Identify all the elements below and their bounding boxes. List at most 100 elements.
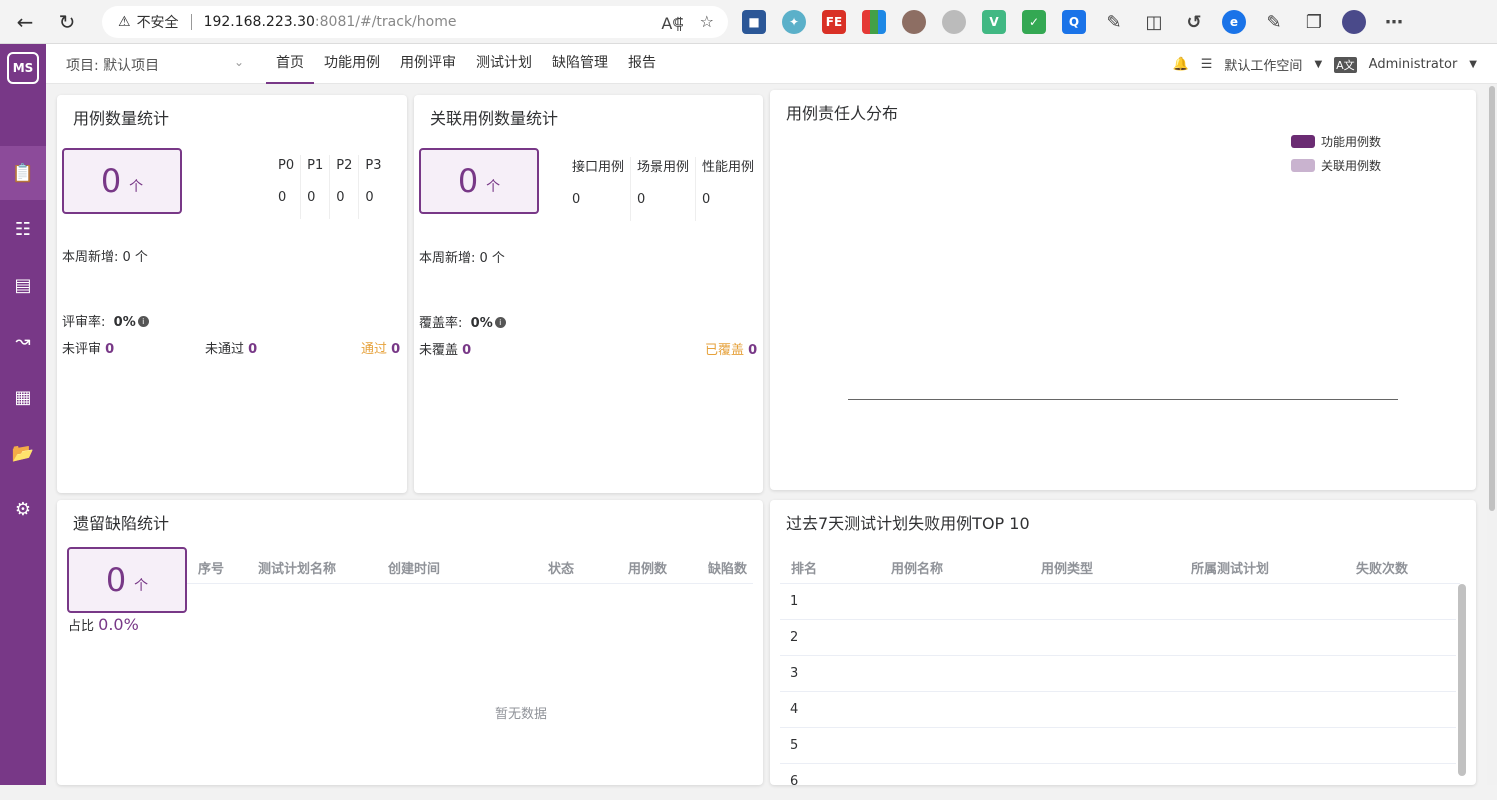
type-performance: 性能用例 0 xyxy=(695,157,760,221)
url-path: :8081/#/track/home xyxy=(314,14,457,30)
project-selector[interactable]: 项目: 默认项目 xyxy=(66,55,159,75)
legend-swatch xyxy=(1291,135,1315,148)
weekly-new: 本周新增: 0 个 xyxy=(62,250,148,265)
search-extension-icon[interactable]: Q xyxy=(1062,10,1086,34)
related-case-card: 关联用例数量统计 0 个 接口用例 0 场景用例 0 性能用例 0 本周新增: 0 个… xyxy=(414,95,763,493)
unreviewed: 未评审 0 xyxy=(62,342,115,357)
collections-icon[interactable]: ❐ xyxy=(1302,10,1326,34)
defect-table-header: 序号 测试计划名称 创建时间 状态 用例数 缺陷数 xyxy=(187,556,753,584)
project-settings-icon[interactable]: 📂 xyxy=(0,426,46,480)
workspace-selector[interactable]: 默认工作空间 xyxy=(1224,55,1302,74)
insecure-label: 不安全 xyxy=(136,15,179,31)
info-icon[interactable]: i xyxy=(494,317,506,328)
empty-state: 暂无数据 xyxy=(495,707,548,722)
table-row[interactable]: 4 xyxy=(780,692,1456,728)
shield-extension-icon[interactable]: ✓ xyxy=(1022,10,1046,34)
weekly-new: 本周新增: 0 个 xyxy=(419,251,505,266)
back-icon[interactable]: ← xyxy=(8,5,42,39)
refresh-icon[interactable]: ↻ xyxy=(50,5,84,39)
menu-functional-cases[interactable]: 功能用例 xyxy=(314,44,390,84)
favorite-add-icon[interactable]: ☆ xyxy=(700,12,714,34)
table-row[interactable]: 1 xyxy=(780,584,1456,620)
performance-icon[interactable]: ↝ xyxy=(0,314,46,368)
save-extension-icon[interactable]: ■ xyxy=(742,10,766,34)
history-icon[interactable]: ↺ xyxy=(1182,10,1206,34)
puzzle-icon[interactable]: ✎ xyxy=(1102,10,1126,34)
table-scrollbar[interactable] xyxy=(1458,584,1466,776)
page-scrollbar[interactable] xyxy=(1487,84,1497,785)
review-rate: 评审率: 0% i xyxy=(62,311,149,330)
uncovered: 未覆盖 0 xyxy=(419,343,472,358)
table-row[interactable]: 3 xyxy=(780,656,1456,692)
caret-down-icon[interactable]: ▼ xyxy=(1314,59,1322,70)
table-row[interactable]: 2 xyxy=(780,620,1456,656)
edge-icon[interactable]: e xyxy=(1222,10,1246,34)
menu-report[interactable]: 报告 xyxy=(618,44,666,84)
priority-grid: P0 0 P1 0 P2 0 P3 0 xyxy=(272,155,388,219)
fe-extension-icon[interactable]: FE xyxy=(822,10,846,34)
owner-distribution-card: 用例责任人分布 功能用例数 关联用例数 xyxy=(770,90,1476,490)
user-menu[interactable]: Administrator xyxy=(1369,57,1458,72)
related-count-value: 0 xyxy=(457,162,479,200)
api-icon[interactable]: ☷ xyxy=(0,202,46,256)
system-settings-icon[interactable]: ⚙ xyxy=(0,482,46,536)
case-count-box: 0 个 xyxy=(62,148,182,214)
ui-test-icon[interactable]: ▤ xyxy=(0,258,46,312)
edit-icon[interactable]: ✎ xyxy=(1262,10,1286,34)
card-title: 遗留缺陷统计 xyxy=(73,514,170,533)
color-extension-icon[interactable] xyxy=(862,10,886,34)
globe-extension-icon[interactable]: ✦ xyxy=(782,10,806,34)
type-scenario: 场景用例 0 xyxy=(630,157,695,221)
menu-test-plan[interactable]: 测试计划 xyxy=(466,44,542,84)
legend-related[interactable]: 关联用例数 xyxy=(1291,157,1381,174)
priority-p3: P3 0 xyxy=(358,155,387,219)
more-icon[interactable]: ⋯ xyxy=(1382,10,1406,34)
legend-swatch xyxy=(1291,159,1315,172)
read-aloud-icon[interactable]: A⸿ xyxy=(661,12,683,34)
table-row[interactable]: 5 xyxy=(780,728,1456,764)
task-list-icon[interactable]: ☰ xyxy=(1201,57,1213,72)
user-caret-icon[interactable]: ▼ xyxy=(1469,59,1477,70)
info-icon[interactable]: i xyxy=(137,316,149,327)
split-screen-icon[interactable]: ◫ xyxy=(1142,10,1166,34)
page-scroll-thumb[interactable] xyxy=(1489,86,1495,511)
metersphere-logo[interactable]: MS xyxy=(7,52,39,84)
browser-toolbar: ← ↻ ⚠ 不安全 192.168.223.30:8081/#/track/ho… xyxy=(0,0,1497,44)
top10-failed-card: 过去7天测试计划失败用例TOP 10 排名 用例名称 用例类型 所属测试计划 失… xyxy=(770,500,1476,789)
not-passed: 未通过 0 xyxy=(205,342,258,357)
menu-home[interactable]: 首页 xyxy=(266,44,314,84)
defect-ratio: 占比 0.0% xyxy=(68,615,139,634)
chevron-down-icon[interactable]: ⌄ xyxy=(234,55,244,69)
case-count-card: 用例数量统计 0 个 P0 0 P1 0 P2 0 P3 0 本周新增: 0 个 评审率… xyxy=(57,95,407,493)
report-icon[interactable]: ▦ xyxy=(0,370,46,424)
case-count-value: 0 xyxy=(100,162,122,200)
card-title: 过去7天测试计划失败用例TOP 10 xyxy=(786,514,1030,533)
url-separator xyxy=(190,14,192,30)
gray-extension-icon[interactable] xyxy=(942,10,966,34)
menu-defects[interactable]: 缺陷管理 xyxy=(542,44,618,84)
card-title: 用例责任人分布 xyxy=(786,104,899,123)
card-title: 用例数量统计 xyxy=(73,109,170,128)
language-icon[interactable]: A文 xyxy=(1334,56,1357,73)
track-icon[interactable]: 📋 xyxy=(0,146,46,200)
vue-devtools-icon[interactable]: V xyxy=(982,10,1006,34)
menu-case-review[interactable]: 用例评审 xyxy=(390,44,466,84)
defect-count-box: 0 个 xyxy=(67,547,187,613)
type-api: 接口用例 0 xyxy=(572,160,625,207)
cookie-icon[interactable] xyxy=(902,10,926,34)
coverage-rate: 覆盖率: 0% i xyxy=(419,312,506,331)
address-bar[interactable]: ⚠ 不安全 192.168.223.30:8081/#/track/home A… xyxy=(102,6,728,38)
user-area: 🔔 ☰ 默认工作空间 ▼ A文 Administrator ▼ xyxy=(1173,55,1477,74)
related-count-unit: 个 xyxy=(486,179,501,195)
related-count-box: 0 个 xyxy=(419,148,539,214)
extensions-row: ■ ✦ FE V ✓ Q ✎ ◫ ↺ e ✎ ❐ ⋯ xyxy=(742,8,1406,36)
app-sidebar: MS 📋 ☷ ▤ ↝ ▦ 📂 ⚙ xyxy=(0,44,46,785)
case-type-grid: 接口用例 0 场景用例 0 性能用例 0 xyxy=(566,157,760,221)
warning-icon: ⚠ xyxy=(118,14,131,30)
bell-icon[interactable]: 🔔 xyxy=(1173,57,1189,72)
remaining-defects-card: 遗留缺陷统计 0 个 占比 0.0% 序号 测试计划名称 创建时间 状态 用例数… xyxy=(57,500,763,785)
legend-functional[interactable]: 功能用例数 xyxy=(1291,133,1381,150)
table-row[interactable]: 6 xyxy=(780,764,1456,800)
priority-p2: P2 0 xyxy=(329,155,358,219)
profile-avatar[interactable] xyxy=(1342,10,1366,34)
